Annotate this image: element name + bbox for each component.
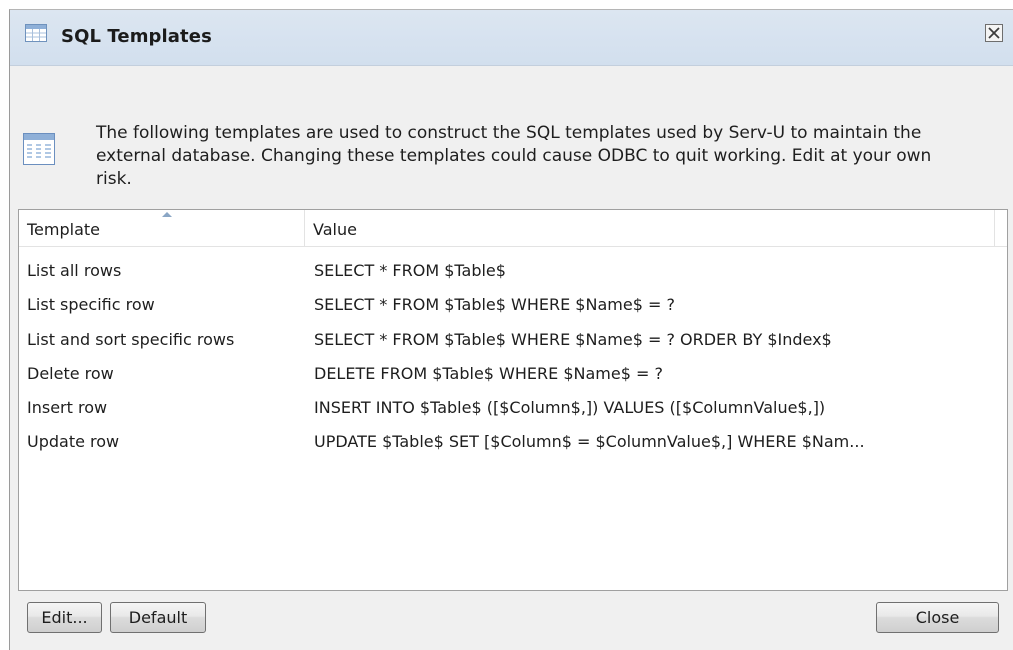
value-cell: DELETE FROM $Table$ WHERE $Name$ = ? [314,363,663,383]
dialog-title: SQL Templates [61,26,212,47]
title-bar[interactable]: SQL Templates [10,10,1013,66]
column-header-template-label: Template [27,220,101,239]
template-cell: List and sort specific rows [27,329,235,349]
template-cell: List all rows [27,261,122,280]
list-row[interactable]: List all rows SELECT * FROM $Table$ [19,254,1007,288]
value-cell: INSERT INTO $Table$ ([$Column$,]) VALUES… [314,398,826,418]
template-cell: Delete row [27,363,114,383]
column-header-value-label: Value [313,220,357,239]
default-button[interactable]: Default [110,602,206,633]
sql-templates-dialog: SQL Templates The following templates ar… [9,9,1013,650]
list-row[interactable]: List specific row SELECT * FROM $Table$ … [19,288,1007,322]
template-cell: Update row [27,432,120,452]
close-x-icon[interactable] [985,24,1003,42]
list-header: Template Value [19,210,1007,247]
table-grid-icon [25,24,47,42]
value-cell: UPDATE $Table$ SET [$Column$ = $ColumnVa… [314,432,865,452]
value-cell: SELECT * FROM $Table$ WHERE $Name$ = ? O… [314,329,832,349]
templates-list[interactable]: Template Value List all rows SELECT * FR… [18,209,1008,591]
template-cell: Insert row [27,398,108,418]
table-list-icon [23,133,55,165]
column-header-value[interactable]: Value [305,210,995,246]
column-header-template[interactable]: Template [19,210,305,246]
sort-ascending-icon [162,212,172,217]
value-cell: SELECT * FROM $Table$ WHERE $Name$ = ? [314,295,675,315]
warning-message: The following templates are used to cons… [96,123,932,189]
close-button[interactable]: Close [876,602,999,633]
template-cell: List specific row [27,295,155,315]
list-row[interactable]: Insert row INSERT INTO $Table$ ([$Column… [19,391,1007,425]
list-row[interactable]: Delete row DELETE FROM $Table$ WHERE $Na… [19,357,1007,391]
list-row[interactable]: Update row UPDATE $Table$ SET [$Column$ … [19,425,1007,459]
list-body: List all rows SELECT * FROM $Table$ List… [19,254,1007,460]
value-cell: SELECT * FROM $Table$ [314,261,506,280]
edit-button[interactable]: Edit... [27,602,102,633]
list-row[interactable]: List and sort specific rows SELECT * FRO… [19,323,1007,357]
